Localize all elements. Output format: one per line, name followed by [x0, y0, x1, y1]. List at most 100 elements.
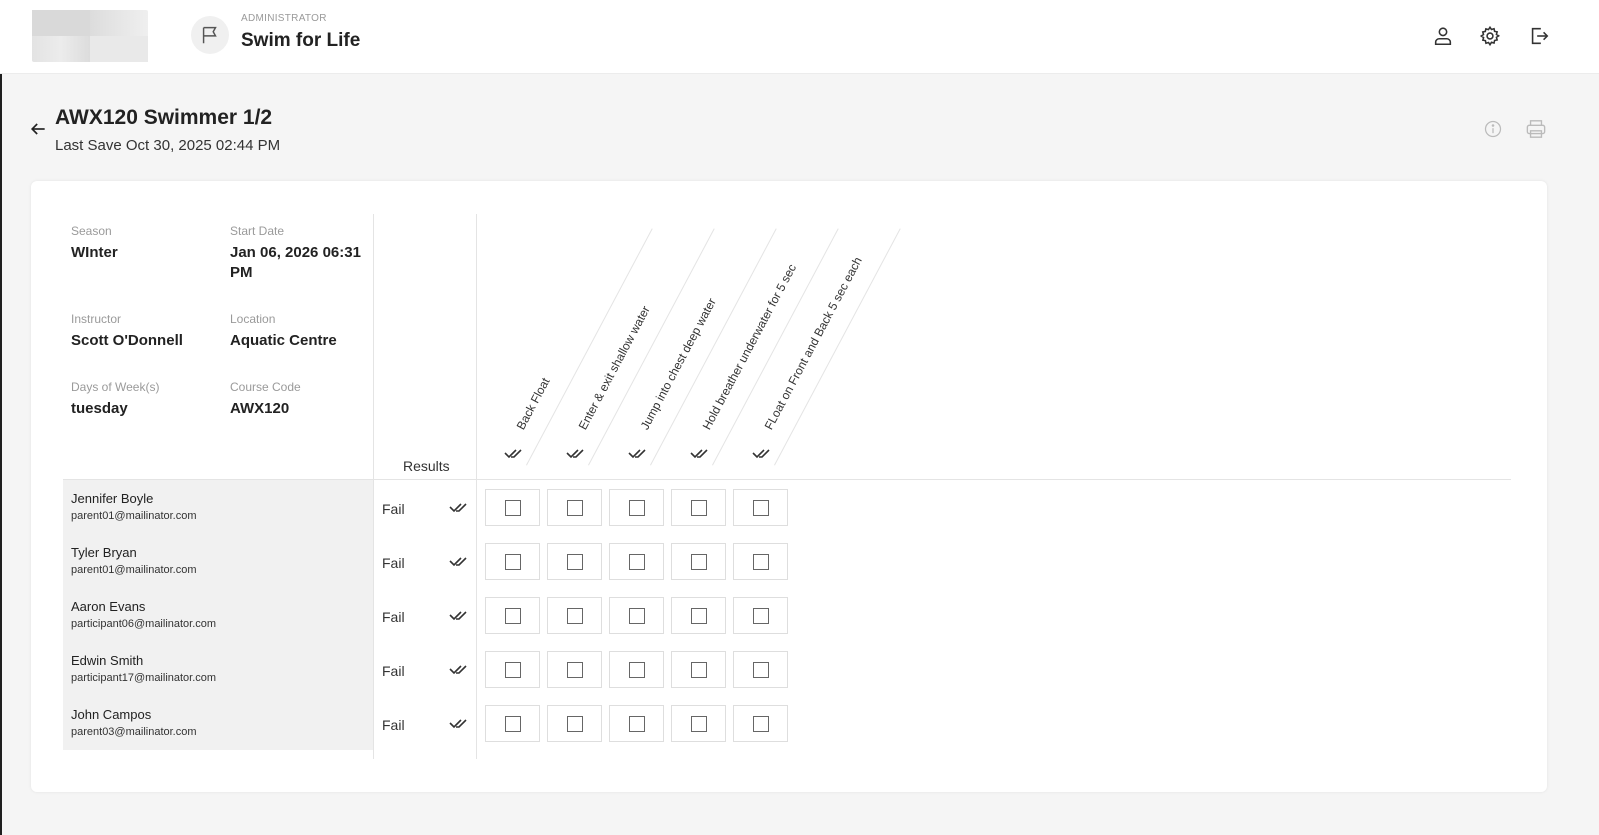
result-value: Fail — [382, 555, 405, 571]
skill-cell — [547, 597, 602, 634]
skill-divider — [650, 228, 777, 466]
double-check-icon[interactable] — [449, 718, 467, 730]
skill-checkbox[interactable] — [566, 607, 583, 624]
double-check-icon[interactable] — [504, 448, 522, 460]
skill-cell — [733, 489, 788, 526]
info-icon[interactable] — [1483, 119, 1503, 139]
skill-cell — [485, 489, 540, 526]
skill-checkbox[interactable] — [504, 661, 521, 678]
logout-icon[interactable] — [1527, 24, 1551, 48]
skill-checkbox[interactable] — [690, 499, 707, 516]
season-value: WInter — [71, 244, 118, 261]
location-field: Location Aquatic Centre — [230, 312, 365, 351]
season-field: Season WInter — [71, 224, 221, 263]
skill-cell — [547, 489, 602, 526]
skill-cell — [671, 705, 726, 742]
skill-checkbox[interactable] — [628, 607, 645, 624]
skill-checkbox[interactable] — [628, 661, 645, 678]
skill-checkbox[interactable] — [752, 661, 769, 678]
result-value: Fail — [382, 663, 405, 679]
skill-divider — [526, 228, 653, 466]
start-date-value: Jan 06, 2026 06:31 PM — [230, 244, 361, 281]
double-check-icon[interactable] — [628, 448, 646, 460]
skill-cell — [671, 489, 726, 526]
swimmer-email: parent03@mailinator.com — [71, 726, 197, 738]
skill-checkbox[interactable] — [752, 499, 769, 516]
skill-divider — [588, 228, 715, 466]
skill-checkbox[interactable] — [752, 553, 769, 570]
skill-cell — [733, 597, 788, 634]
top-header: ADMINISTRATOR Swim for Life — [0, 0, 1599, 74]
role-label: ADMINISTRATOR — [241, 13, 327, 24]
skill-cell — [485, 651, 540, 688]
double-check-icon[interactable] — [449, 556, 467, 568]
skill-checkbox[interactable] — [690, 715, 707, 732]
skill-cell — [609, 597, 664, 634]
skill-checkbox[interactable] — [628, 715, 645, 732]
instructor-field: Instructor Scott O'Donnell — [71, 312, 221, 351]
double-check-icon[interactable] — [752, 448, 770, 460]
skill-divider — [774, 228, 901, 466]
skill-checkbox[interactable] — [566, 661, 583, 678]
skill-checkbox[interactable] — [504, 499, 521, 516]
app-title: Swim for Life — [241, 30, 361, 51]
skill-cell — [547, 705, 602, 742]
skill-cell — [547, 543, 602, 580]
days-value: tuesday — [71, 400, 128, 417]
skill-checkbox[interactable] — [566, 499, 583, 516]
swimmer-name: Aaron Evans — [71, 599, 146, 614]
instructor-label: Instructor — [71, 312, 122, 326]
last-save-text: Last Save Oct 30, 2025 02:44 PM — [55, 137, 281, 154]
days-field: Days of Week(s) tuesday — [71, 380, 221, 419]
skill-checkbox[interactable] — [752, 715, 769, 732]
season-label: Season — [71, 224, 112, 238]
swimmer-name: John Campos — [71, 707, 152, 722]
skill-cell — [671, 597, 726, 634]
print-icon[interactable] — [1525, 119, 1547, 139]
organization-logo[interactable] — [32, 10, 148, 62]
flag-icon — [191, 16, 229, 54]
skill-checkbox[interactable] — [752, 607, 769, 624]
skill-checkbox[interactable] — [504, 715, 521, 732]
swimmer-email: participant06@mailinator.com — [71, 618, 217, 630]
skill-cell — [609, 651, 664, 688]
result-value: Fail — [382, 501, 405, 517]
page-title: AWX120 Swimmer 1/2 — [55, 106, 273, 129]
skill-checkbox[interactable] — [690, 553, 707, 570]
result-value: Fail — [382, 609, 405, 625]
location-value: Aquatic Centre — [230, 332, 337, 349]
skill-checkbox[interactable] — [690, 607, 707, 624]
course-code-label: Course Code — [230, 380, 301, 394]
back-arrow-icon[interactable] — [28, 119, 48, 139]
start-date-field: Start Date Jan 06, 2026 06:31 PM — [230, 224, 365, 283]
course-code-value: AWX120 — [230, 400, 290, 417]
skill-checkbox[interactable] — [690, 661, 707, 678]
skill-cell — [609, 489, 664, 526]
skill-cell — [485, 543, 540, 580]
skill-checkbox[interactable] — [628, 553, 645, 570]
user-icon[interactable] — [1431, 24, 1455, 48]
skill-checkbox[interactable] — [504, 553, 521, 570]
double-check-icon[interactable] — [449, 502, 467, 514]
skill-checkbox[interactable] — [566, 715, 583, 732]
result-value: Fail — [382, 717, 405, 733]
skill-cell — [733, 705, 788, 742]
skill-cell — [485, 705, 540, 742]
skill-cell — [547, 651, 602, 688]
swimmer-email: parent01@mailinator.com — [71, 564, 197, 576]
results-header: Results — [403, 458, 450, 474]
column-divider — [373, 214, 374, 759]
skill-checkbox[interactable] — [566, 553, 583, 570]
double-check-icon[interactable] — [566, 448, 584, 460]
double-check-icon[interactable] — [449, 664, 467, 676]
instructor-value: Scott O'Donnell — [71, 332, 183, 349]
skill-checkbox[interactable] — [628, 499, 645, 516]
double-check-icon[interactable] — [690, 448, 708, 460]
skill-cell — [609, 705, 664, 742]
skill-cell — [671, 543, 726, 580]
double-check-icon[interactable] — [449, 610, 467, 622]
swimmer-email: parent01@mailinator.com — [71, 510, 197, 522]
skill-divider — [712, 228, 839, 466]
gear-icon[interactable] — [1478, 24, 1502, 48]
skill-checkbox[interactable] — [504, 607, 521, 624]
